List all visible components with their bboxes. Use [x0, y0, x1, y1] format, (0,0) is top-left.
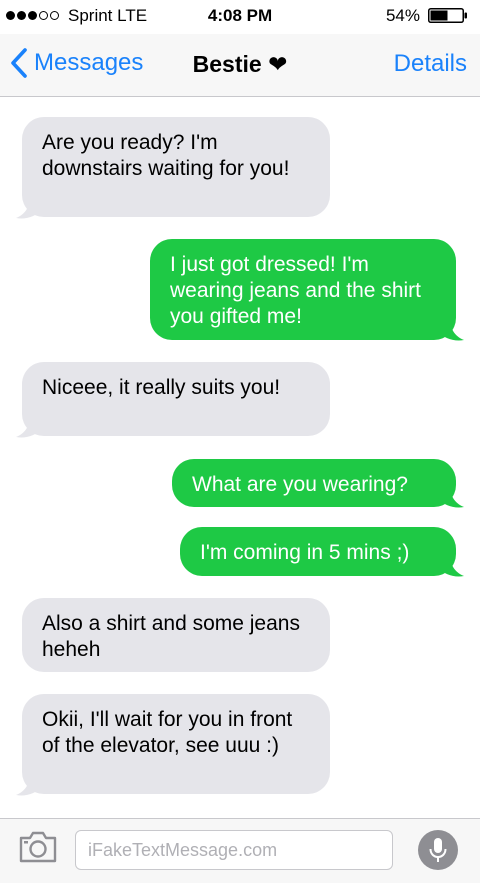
- message-text: I just got dressed! I'm wearing jeans an…: [170, 253, 421, 328]
- bubble-tail: [438, 554, 464, 577]
- status-bar: Sprint LTE 4:08 PM 54%: [0, 0, 480, 34]
- message-input-bar: [0, 818, 480, 883]
- bubble-tail: [16, 196, 42, 219]
- message-bubble-incoming: Okii, I'll wait for you in front of the …: [22, 694, 330, 794]
- message-text: I'm coming in 5 mins ;): [200, 541, 410, 564]
- message-text-input[interactable]: [75, 830, 393, 870]
- message-text: What are you wearing?: [192, 473, 408, 496]
- message-text: Niceee, it really suits you!: [42, 376, 281, 399]
- message-bubble-incoming: Also a shirt and some jeans heheh: [22, 598, 330, 672]
- message-text: Also a shirt and some jeans heheh: [42, 612, 300, 661]
- bubble-tail: [438, 485, 464, 508]
- bubble-tail: [438, 318, 464, 341]
- battery-icon: [428, 8, 467, 23]
- navigation-bar: Messages Bestie ❤ Details: [0, 34, 480, 97]
- details-button[interactable]: Details: [394, 50, 467, 78]
- bubble-tail: [16, 415, 42, 438]
- microphone-button[interactable]: [418, 830, 458, 870]
- message-text: Are you ready? I'm downstairs waiting fo…: [42, 131, 290, 180]
- message-bubble-outgoing: I just got dressed! I'm wearing jeans an…: [150, 239, 456, 340]
- message-bubble-outgoing: I'm coming in 5 mins ;): [180, 527, 456, 576]
- camera-icon[interactable]: [18, 830, 58, 864]
- bubble-tail: [16, 773, 42, 796]
- message-text: Okii, I'll wait for you in front of the …: [42, 708, 293, 757]
- microphone-icon: [429, 838, 447, 862]
- message-bubble-incoming: Niceee, it really suits you!: [22, 362, 330, 436]
- message-bubble-incoming: Are you ready? I'm downstairs waiting fo…: [22, 117, 330, 217]
- battery-percent: 54%: [385, 6, 420, 25]
- message-bubble-outgoing: What are you wearing?: [172, 459, 456, 507]
